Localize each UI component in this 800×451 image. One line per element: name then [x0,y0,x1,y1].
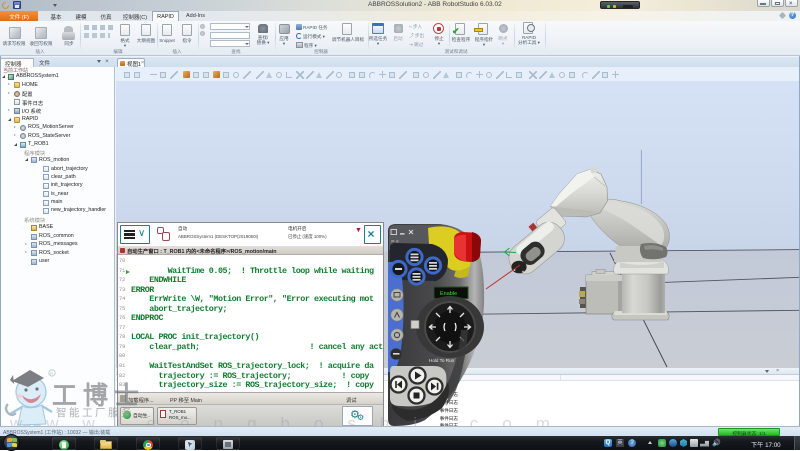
svg-text:⇄ ⊕: ⇄ ⊕ [391,239,399,244]
svg-text:Hold To Run: Hold To Run [429,358,455,363]
